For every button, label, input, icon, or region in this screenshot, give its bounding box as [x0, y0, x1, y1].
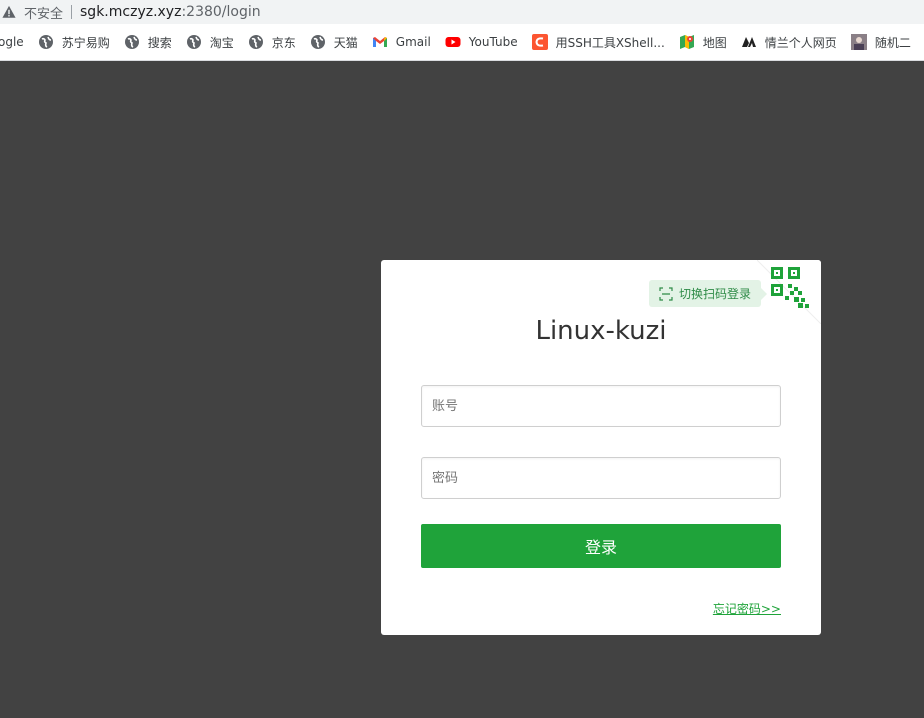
- bookmark-suning[interactable]: 苏宁易购: [32, 28, 118, 56]
- password-input[interactable]: [421, 457, 781, 499]
- bookmark-label: 地图: [702, 35, 727, 50]
- warning-icon: [2, 5, 16, 18]
- bookmark-label: YouTube: [468, 35, 518, 49]
- bookmark-label: 京东: [271, 35, 296, 50]
- account-input[interactable]: [421, 385, 781, 427]
- globe-icon: [38, 35, 53, 49]
- address-bar[interactable]: 不安全 sgk.mczyz.xyz:2380/login: [0, 0, 924, 24]
- bookmark-random[interactable]: 随机二: [845, 28, 919, 56]
- bookmark-label: 情兰个人网页: [764, 35, 837, 50]
- bookmark-google[interactable]: ogle: [0, 28, 32, 56]
- bookmark-jd[interactable]: 京东: [242, 28, 304, 56]
- bookmark-label: 天猫: [333, 35, 358, 50]
- url-host: sgk.mczyz.xyz: [80, 4, 182, 20]
- bookmark-label: ogle: [0, 35, 24, 49]
- bookmark-youtube[interactable]: YouTube: [439, 28, 526, 56]
- globe-icon: [124, 35, 139, 49]
- scan-icon: [659, 286, 673, 301]
- globe-icon: [248, 35, 263, 49]
- bookmark-label: Gmail: [395, 35, 431, 49]
- bookmark-personal-site[interactable]: 情兰个人网页: [735, 28, 845, 56]
- bookmarks-bar: ogle 苏宁易购 搜索 淘宝 京东 天猫 Gmail YouTube 用SSH…: [0, 24, 924, 61]
- youtube-icon: [445, 37, 461, 47]
- globe-icon: [186, 35, 201, 49]
- avatar-icon: [850, 34, 867, 50]
- qr-login-label: 切换扫码登录: [679, 287, 752, 301]
- url-text[interactable]: sgk.mczyz.xyz:2380/login: [80, 4, 261, 20]
- bookmark-csdn-xshell[interactable]: 用SSH工具XShell...: [526, 28, 673, 56]
- bookmark-taobao[interactable]: 淘宝: [180, 28, 242, 56]
- maps-icon: [679, 35, 694, 49]
- login-button[interactable]: 登录: [421, 524, 781, 568]
- login-card: 切换扫码登录 Linux-kuzi 登录 忘记密码>>: [381, 260, 821, 635]
- bookmark-tmall[interactable]: 天猫: [304, 28, 366, 56]
- page-title: Linux-kuzi: [535, 316, 667, 346]
- security-label[interactable]: 不安全: [24, 3, 63, 22]
- csdn-icon: [531, 34, 548, 50]
- qr-code-icon[interactable]: [757, 260, 821, 324]
- url-divider: [71, 5, 73, 19]
- bookmark-maps[interactable]: 地图: [673, 28, 735, 56]
- bookmark-label: 搜索: [147, 35, 172, 50]
- bookmark-label: 苏宁易购: [61, 35, 110, 50]
- qr-login-tooltip[interactable]: 切换扫码登录: [649, 280, 768, 307]
- forgot-password-link[interactable]: 忘记密码>>: [713, 600, 781, 617]
- gmail-icon: [372, 37, 387, 47]
- globe-icon: [310, 35, 325, 49]
- bookmark-label: 用SSH工具XShell...: [555, 35, 665, 50]
- bookmark-search[interactable]: 搜索: [118, 28, 180, 56]
- bookmark-label: 淘宝: [209, 35, 234, 50]
- site-logo-icon: [741, 37, 756, 47]
- url-path: :2380/login: [181, 4, 261, 20]
- bookmark-label: 随机二: [874, 35, 911, 50]
- bookmark-gmail[interactable]: Gmail: [366, 28, 439, 56]
